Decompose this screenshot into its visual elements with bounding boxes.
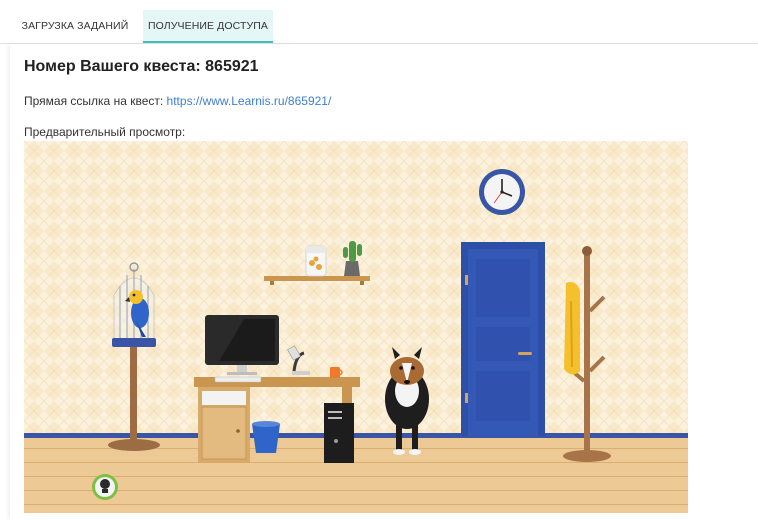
scarf-icon (564, 282, 580, 375)
cookie-jar-icon (305, 245, 327, 277)
trash-bin-icon (252, 421, 280, 453)
keyboard-icon (214, 376, 262, 383)
hint-bulb-icon (92, 474, 118, 500)
quest-preview-scene[interactable] (24, 141, 688, 513)
tab-get-access[interactable]: ПОЛУЧЕНИЕ ДОСТУПА (143, 10, 273, 43)
tab-bar: ЗАГРУЗКА ЗАДАНИЙ ПОЛУЧЕНИЕ ДОСТУПА (0, 0, 758, 44)
direct-link-row: Прямая ссылка на квест: https://www.Lear… (24, 94, 331, 108)
computer-tower-icon (324, 403, 354, 463)
direct-link-label: Прямая ссылка на квест: (24, 94, 164, 108)
wall-clock-icon (479, 169, 525, 215)
door-icon (461, 242, 545, 436)
page-title: Номер Вашего квеста: 865921 (24, 58, 259, 75)
preview-label: Предварительный просмотр: (24, 125, 186, 139)
quest-link[interactable]: https://www.Learnis.ru/865921/ (167, 94, 332, 108)
tab-task-upload[interactable]: ЗАГРУЗКА ЗАДАНИЙ (16, 10, 134, 43)
